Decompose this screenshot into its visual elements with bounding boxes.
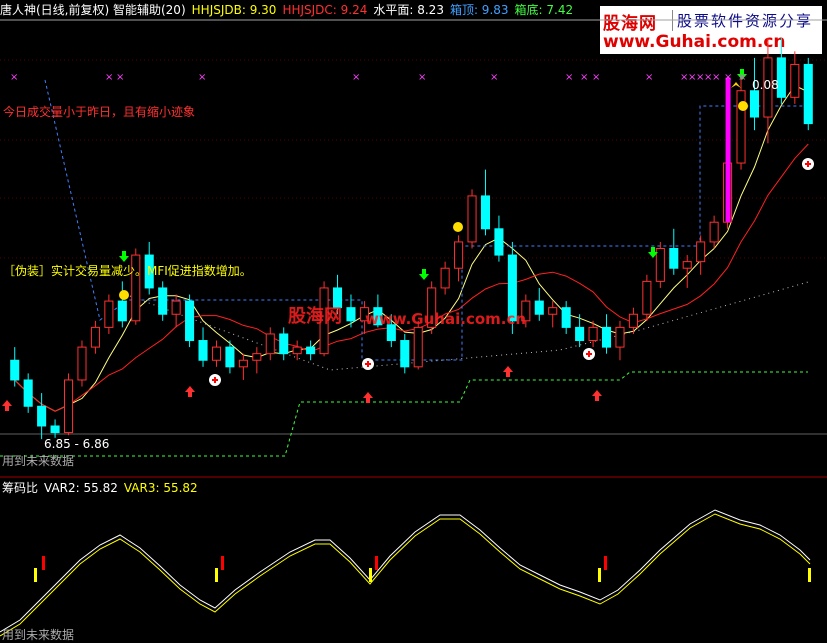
buy-arrow-icon [363,392,373,403]
future-data-label-main: 用到未来数据 [2,454,75,468]
signal-bar-yellow [598,568,601,582]
candle-body [494,228,504,256]
sub-var2: VAR2: 55.82 [44,481,118,495]
candle-body [682,261,692,269]
candle-body [749,90,760,118]
top-marker-10: × [645,72,653,83]
candle-body [655,248,665,282]
candle-body [803,63,813,125]
top-marker-0: × [10,72,18,83]
top-marker-9: × [592,72,600,83]
top-marker-7: × [565,72,573,83]
peak-dot-icon [119,290,129,300]
var2-line [0,509,811,633]
buy-arrow-icon [592,390,602,401]
signal-bar-red [42,556,45,570]
fake-note: ［伪装］实计交易量减少。MFI促进指数增加。 [3,264,252,278]
candle-body [413,326,423,368]
top-marker-4: × [352,72,360,83]
watermark-url: www.Guhai.com.cn [365,310,527,328]
top-marker-2: × [116,72,124,83]
candle-body [615,326,625,348]
signal-bar-yellow [34,568,37,582]
candles [10,38,813,440]
candle-body [709,221,719,243]
candle-body [252,353,262,361]
candle-body [790,63,800,98]
candle-body [50,425,60,434]
candle-body [77,346,87,381]
sub-var3: VAR3: 55.82 [123,481,198,495]
candle-body [696,241,706,263]
top-marker-16: × [724,72,732,83]
price-low-label: 6.85 - 6.86 [44,437,110,451]
signal-bar-yellow [808,568,811,582]
top-marker-8: × [580,72,588,83]
peak-dot-icon [738,101,748,111]
candle-body [467,195,477,243]
candle-body [265,333,275,355]
top-marker-6: × [490,72,498,83]
candle-body [292,346,302,355]
candle-body [548,307,558,315]
candle-body [238,359,248,368]
top-marker-3: × [198,72,206,83]
candle-body [158,287,168,315]
sub-indicator-name: 筹码比 [2,481,39,495]
signal-bar-yellow [215,568,218,582]
sub-chart [0,509,811,637]
candle-body [171,300,181,315]
sell-arrow-icon [419,269,429,280]
future-data-label-sub: 用到未来数据 [2,628,75,642]
var3-line [0,513,811,637]
candle-body [104,300,114,328]
peak-dot-icon [453,222,463,232]
candle-body [601,326,612,348]
signal-bar-yellow [369,568,372,582]
signal-bar-red [375,556,378,570]
candle-body [306,346,316,355]
top-marker-15: × [712,72,720,83]
buy-arrow-icon [185,386,195,397]
candle-body [211,346,222,361]
top-marker-5: × [418,72,426,83]
candle-body [628,313,638,328]
candle-body [400,340,410,368]
watermark-brand: 股海网 [288,306,342,327]
candle-body [63,379,74,434]
candle-body [588,326,598,342]
buy-arrow-icon [2,400,12,411]
candle-body [10,359,20,381]
candle-body [23,379,33,407]
sub-header: 筹码比 VAR2: 55.82 VAR3: 55.82 [2,479,198,496]
top-marker-1: × [105,72,113,83]
signal-bar-red [221,556,224,570]
sell-arrow-icon [119,251,129,262]
candle-body [534,300,544,315]
candle-body [90,326,100,348]
signal-bar-red [604,556,607,570]
volume-note: 今日成交量小于昨日，且有缩小迹象 [3,105,196,119]
price-high-label: 0.08 [752,78,779,92]
candle-body [669,248,679,269]
candle-body [225,346,235,368]
candle-body [440,267,450,289]
candle-body [480,195,491,230]
candle-body [346,307,356,322]
candle-body [37,405,47,427]
candle-body [185,300,195,342]
buy-arrow-icon [503,366,513,377]
candle-body [575,326,585,342]
candle-body [198,340,208,361]
top-marker-17: × [738,72,746,83]
highlight-bar [725,77,731,223]
candle-body [642,280,652,315]
ma-fast-line [14,84,809,412]
candle-body [561,307,571,328]
candle-body [454,241,464,269]
box-bottom-line [0,371,808,457]
candle-body [117,300,127,322]
candle-body [279,333,289,355]
